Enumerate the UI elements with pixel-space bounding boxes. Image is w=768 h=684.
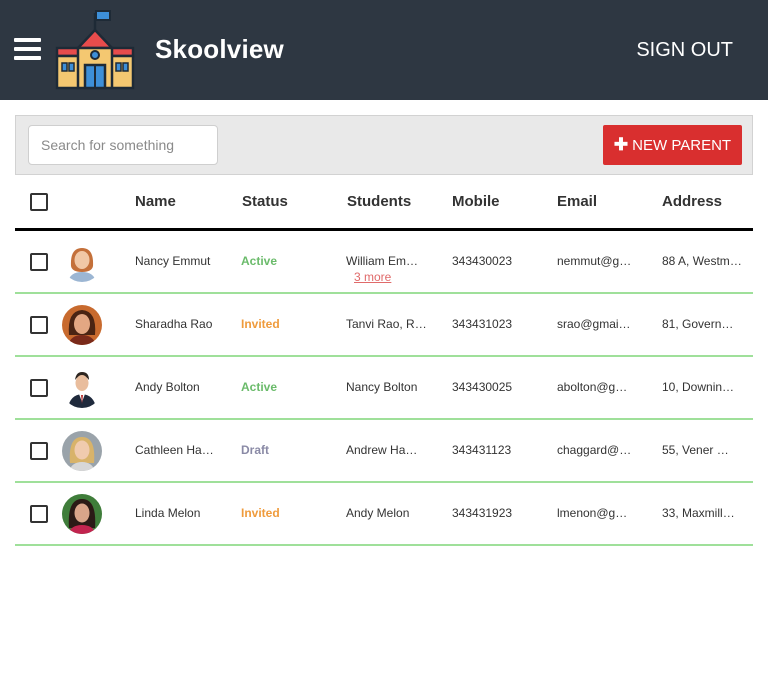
sign-out-button[interactable]: SIGN OUT [636,39,733,62]
table-row[interactable]: Linda Melon Invited Andy Melon 343431923… [15,483,753,546]
plus-icon: ✚ [613,135,629,154]
status-badge: Active [241,380,278,394]
new-parent-button[interactable]: ✚ NEW PARENT [603,125,742,165]
status-badge: Invited [241,317,280,331]
address-cell: 10, Downing Street [662,380,736,394]
more-students-link[interactable]: 3 more [354,270,391,284]
status-badge: Active [241,254,278,268]
students-cell: Tanvi Rao, Ravi Rao [346,317,432,331]
hamburger-menu-icon[interactable] [14,38,42,62]
parent-name[interactable]: Sharadha Rao [135,317,215,331]
select-all-checkbox[interactable] [30,193,48,211]
toolbar: ✚ NEW PARENT [15,115,753,175]
table-row[interactable]: Sharadha Rao Invited Tanvi Rao, Ravi Rao… [15,294,753,357]
avatar [62,368,102,408]
new-parent-label: NEW PARENT [632,136,732,154]
parent-name[interactable]: Linda Melon [135,506,215,520]
status-badge: Invited [241,506,280,520]
row-checkbox[interactable] [30,379,48,397]
parent-name[interactable]: Cathleen Haggard [135,443,215,457]
avatar [62,431,102,471]
email-cell: nemmut@gmail.com [557,254,633,268]
mobile-cell: 343431123 [452,443,512,457]
column-header-address[interactable]: Address [662,193,722,210]
avatar [62,305,102,345]
school-logo [55,10,135,90]
table-header: Name Status Students Mobile Email Addres… [15,176,753,231]
students-cell: Andy Melon [346,506,410,520]
students-cell: Nancy Bolton [346,380,418,394]
search-input[interactable] [28,125,218,165]
address-cell: 33, Maxmill Road [662,506,738,520]
mobile-cell: 343430025 [452,380,513,394]
column-header-students[interactable]: Students [347,193,411,210]
students-cell: William Emmut [346,254,420,268]
parent-name[interactable]: Andy Bolton [135,380,215,394]
email-cell: abolton@gmail.com [557,380,633,394]
address-cell: 55, Vener Street [662,443,736,457]
avatar [62,242,102,282]
email-cell: chaggard@gmail.com [557,443,633,457]
column-header-name[interactable]: Name [135,193,176,210]
row-checkbox[interactable] [30,505,48,523]
row-checkbox[interactable] [30,253,48,271]
status-badge: Draft [241,443,270,457]
column-header-email[interactable]: Email [557,193,597,210]
row-checkbox[interactable] [30,442,48,460]
top-app-bar: Skoolview SIGN OUT [0,0,768,100]
column-header-mobile[interactable]: Mobile [452,193,500,210]
table-row[interactable]: Cathleen Haggard Draft Andrew Haggard 34… [15,420,753,483]
parent-name[interactable]: Nancy Emmut [135,254,215,268]
table-row[interactable]: Nancy Emmut Active William Emmut 3 more … [15,231,753,294]
app-brand-name: Skoolview [155,34,284,64]
avatar [62,494,102,534]
mobile-cell: 343431023 [452,317,513,331]
email-cell: srao@gmail.com [557,317,633,331]
column-header-status[interactable]: Status [242,193,288,210]
email-cell: lmenon@gmail.com [557,506,631,520]
row-checkbox[interactable] [30,316,48,334]
students-cell: Andrew Haggard [346,443,420,457]
table-row[interactable]: Andy Bolton Active Nancy Bolton 34343002… [15,357,753,420]
address-cell: 81, Government Road [662,317,736,331]
mobile-cell: 343430023 [452,254,513,268]
mobile-cell: 343431923 [452,506,513,520]
address-cell: 88 A, Westminster [662,254,742,268]
